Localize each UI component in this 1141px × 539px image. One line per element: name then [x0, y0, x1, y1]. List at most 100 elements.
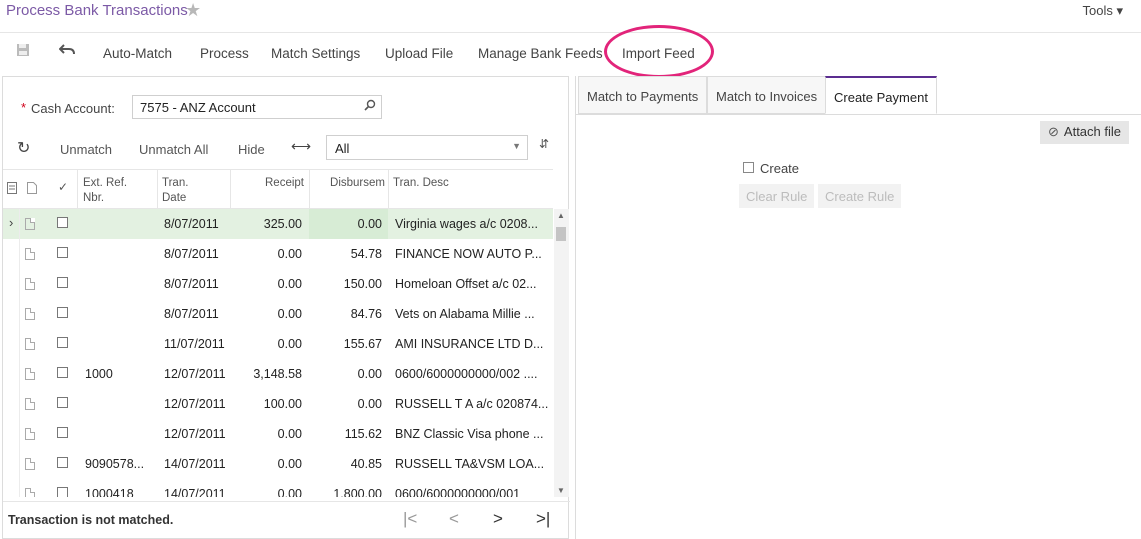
cell-receipt[interactable]: 0.00 [235, 487, 302, 497]
cell-disbursement[interactable]: 0.00 [314, 217, 382, 231]
collapse-arrows-icon[interactable]: ⇵ [539, 137, 549, 151]
cell-receipt[interactable]: 3,148.58 [235, 367, 302, 381]
filter-select[interactable]: All ▼ [326, 135, 528, 160]
manage-bank-feeds-button[interactable]: Manage Bank Feeds [478, 46, 603, 61]
cell-ext-ref[interactable]: 1000418 [85, 487, 134, 497]
row-checkbox[interactable] [57, 247, 68, 258]
row-checkbox[interactable] [57, 397, 68, 408]
document-icon[interactable] [25, 308, 35, 320]
tab-match-to-payments[interactable]: Match to Payments [578, 76, 708, 114]
row-checkbox[interactable] [57, 457, 68, 468]
cell-tran-date[interactable]: 8/07/2011 [164, 217, 219, 231]
create-checkbox[interactable] [743, 162, 754, 173]
hide-button[interactable]: Hide [238, 142, 265, 157]
auto-match-button[interactable]: Auto-Match [103, 46, 172, 61]
row-checkbox[interactable] [57, 307, 68, 318]
col-receipt[interactable]: Receipt [235, 176, 304, 191]
cell-tran-date[interactable]: 8/07/2011 [164, 307, 219, 321]
cell-tran-date[interactable]: 12/07/2011 [164, 427, 226, 441]
table-row[interactable]: 12/07/2011 0.00 115.62 BNZ Classic Visa pho… [3, 419, 553, 449]
col-disbursement[interactable]: Disbursem [314, 176, 385, 191]
cell-ext-ref[interactable]: 1000 [85, 367, 113, 381]
cell-ext-ref[interactable]: 9090578... [85, 457, 144, 471]
save-icon[interactable] [14, 43, 32, 61]
cell-tran-desc[interactable]: RUSSELL TA&VSM LOA... [395, 457, 544, 471]
row-checkbox[interactable] [57, 487, 68, 497]
search-icon[interactable] [364, 99, 376, 114]
unmatch-all-button[interactable]: Unmatch All [139, 142, 208, 157]
cell-tran-desc[interactable]: Vets on Alabama Millie ... [395, 307, 535, 321]
document-icon[interactable] [25, 428, 35, 440]
cell-tran-desc[interactable]: 0600/6000000000/001 [395, 487, 520, 497]
cell-disbursement[interactable]: 1,800.00 [314, 487, 382, 497]
pane-splitter[interactable] [571, 76, 574, 539]
cell-tran-date[interactable]: 8/07/2011 [164, 277, 219, 291]
table-row[interactable]: 1000 12/07/2011 3,148.58 0.00 0600/600000000… [3, 359, 553, 389]
first-page-icon[interactable]: |< [403, 509, 417, 529]
cell-receipt[interactable]: 0.00 [235, 307, 302, 321]
cell-tran-date[interactable]: 14/07/2011 [164, 457, 226, 471]
cell-disbursement[interactable]: 40.85 [314, 457, 382, 471]
col-tran-desc[interactable]: Tran. Desc [393, 176, 449, 191]
table-row[interactable]: 1000418 14/07/2011 0.00 1,800.00 0600/600000… [3, 479, 553, 497]
cell-tran-desc[interactable]: Virginia wages a/c 0208... [395, 217, 538, 231]
document-icon[interactable] [25, 368, 35, 380]
row-checkbox[interactable] [57, 367, 68, 378]
cell-disbursement[interactable]: 0.00 [314, 397, 382, 411]
document-icon[interactable] [25, 248, 35, 260]
cell-tran-date[interactable]: 14/07/2011 [164, 487, 226, 497]
table-row[interactable]: 8/07/2011 0.00 54.78 FINANCE NOW AUTO P... [3, 239, 553, 269]
cell-disbursement[interactable]: 115.62 [314, 427, 382, 441]
row-checkbox[interactable] [57, 217, 68, 228]
cell-tran-date[interactable]: 11/07/2011 [164, 337, 225, 351]
cell-receipt[interactable]: 325.00 [235, 217, 302, 231]
process-button[interactable]: Process [200, 46, 249, 61]
document-icon[interactable] [25, 218, 35, 230]
row-checkbox[interactable] [57, 277, 68, 288]
last-page-icon[interactable]: >| [536, 509, 550, 529]
document-icon[interactable] [25, 278, 35, 290]
cell-receipt[interactable]: 0.00 [235, 247, 302, 261]
document-icon[interactable] [25, 488, 35, 497]
col-ext-ref[interactable]: Ext. Ref. Nbr. [83, 176, 127, 206]
cell-tran-date[interactable]: 12/07/2011 [164, 397, 226, 411]
match-settings-button[interactable]: Match Settings [271, 46, 360, 61]
cell-tran-date[interactable]: 12/07/2011 [164, 367, 226, 381]
document-icon[interactable] [25, 338, 35, 350]
unmatch-button[interactable]: Unmatch [60, 142, 112, 157]
document-icon[interactable] [25, 398, 35, 410]
cell-disbursement[interactable]: 0.00 [314, 367, 382, 381]
cell-tran-desc[interactable]: 0600/6000000000/002 .... [395, 367, 538, 381]
tab-create-payment[interactable]: Create Payment [825, 76, 937, 114]
cell-disbursement[interactable]: 150.00 [314, 277, 382, 291]
undo-icon[interactable] [58, 43, 76, 61]
cell-receipt[interactable]: 100.00 [235, 397, 302, 411]
cell-tran-desc[interactable]: RUSSELL T A a/c 020874... [395, 397, 548, 411]
table-row[interactable]: 8/07/2011 0.00 150.00 Homeloan Offset a/c 0… [3, 269, 553, 299]
cell-tran-desc[interactable]: AMI INSURANCE LTD D... [395, 337, 543, 351]
row-settings-icon[interactable] [7, 182, 17, 199]
row-checkbox[interactable] [57, 427, 68, 438]
upload-file-button[interactable]: Upload File [385, 46, 453, 61]
previous-page-icon[interactable]: < [449, 509, 459, 529]
table-row[interactable]: 9090578... 14/07/2011 0.00 40.85 RUSSELL TA&… [3, 449, 553, 479]
cell-receipt[interactable]: 0.00 [235, 337, 302, 351]
table-row[interactable]: 11/07/2011 0.00 155.67 AMI INSURANCE LTD D.… [3, 329, 553, 359]
scroll-down-icon[interactable]: ▼ [557, 486, 565, 495]
cell-receipt[interactable]: 0.00 [235, 427, 302, 441]
refresh-icon[interactable]: ↻ [17, 138, 30, 158]
cell-receipt[interactable]: 0.00 [235, 457, 302, 471]
cell-tran-desc[interactable]: FINANCE NOW AUTO P... [395, 247, 542, 261]
cell-receipt[interactable]: 0.00 [235, 277, 302, 291]
cell-tran-date[interactable]: 8/07/2011 [164, 247, 219, 261]
cell-disbursement[interactable]: 54.78 [314, 247, 382, 261]
create-rule-button[interactable]: Create Rule [818, 184, 902, 208]
cash-account-field[interactable]: 7575 - ANZ Account [132, 95, 382, 119]
document-icon[interactable] [25, 458, 35, 470]
tools-menu[interactable]: Tools ▾ [1083, 3, 1124, 19]
clear-rule-button[interactable]: Clear Rule [739, 184, 815, 208]
tab-match-to-invoices[interactable]: Match to Invoices [707, 76, 827, 114]
scroll-up-icon[interactable]: ▲ [557, 211, 565, 220]
favorite-star-icon[interactable]: ★ [185, 0, 201, 21]
scrollbar-thumb[interactable] [556, 227, 566, 241]
